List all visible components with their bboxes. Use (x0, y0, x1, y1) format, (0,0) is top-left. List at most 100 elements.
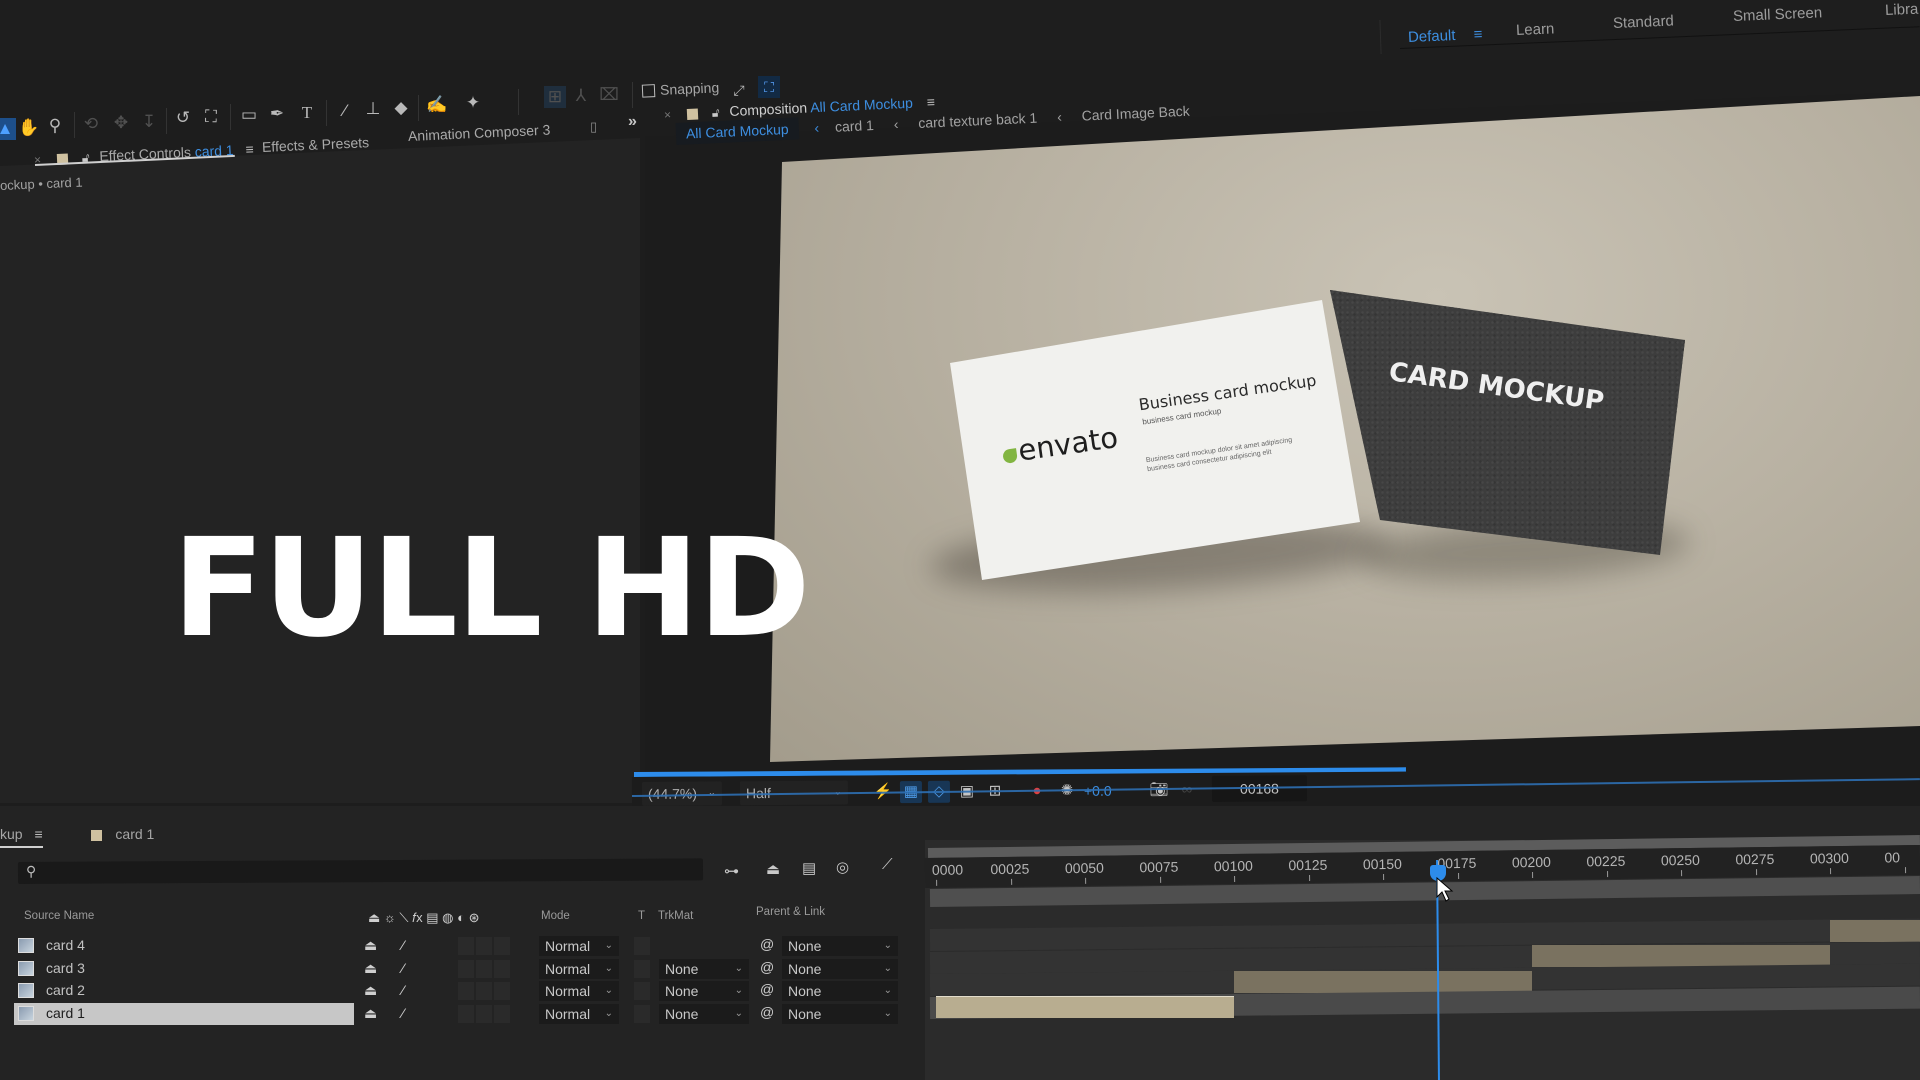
parent-dropdown[interactable]: None ⌄ (782, 936, 898, 956)
panel-menu-icon[interactable]: ≡ (926, 94, 935, 110)
blend-mode-dropdown[interactable]: Normal ⌄ (539, 936, 619, 956)
clone-stamp-tool-icon[interactable]: ⊥ (362, 98, 384, 120)
track-matte-dropdown[interactable]: None ⌄ (659, 958, 749, 979)
panel-menu-icon[interactable]: ≡ (245, 141, 254, 157)
panel-maximize-icon[interactable]: ▯ (590, 119, 597, 135)
switch-box[interactable] (476, 937, 492, 955)
workspace-default[interactable]: Default ≡ (1408, 26, 1483, 46)
column-mode[interactable]: Mode (541, 910, 570, 922)
snapping-checkbox[interactable] (641, 84, 656, 98)
switch-box[interactable] (476, 959, 492, 978)
layer-name[interactable]: card 2 (46, 982, 85, 998)
layer-duration-bar[interactable] (1234, 970, 1532, 993)
switch-box[interactable] (494, 937, 510, 955)
brush-tool-icon[interactable]: ⁄ (334, 100, 356, 122)
shy-switch-icon[interactable]: ⏏ (364, 1005, 377, 1022)
layer-name[interactable]: card 1 (46, 1005, 85, 1021)
tab-comp[interactable]: kup ≡ (0, 826, 43, 848)
selection-tool-icon[interactable]: ▲ (0, 118, 16, 140)
snap-mode-icon[interactable]: ⛶ (758, 76, 780, 98)
zoom-tool-icon[interactable]: ⚲ (44, 115, 66, 137)
pan-camera-icon[interactable]: ✥ (110, 112, 132, 134)
blend-mode-dropdown[interactable]: Normal ⌄ (539, 958, 619, 979)
workspace-menu-icon[interactable]: ≡ (1473, 26, 1482, 43)
pick-whip-icon[interactable]: @ (760, 959, 774, 975)
column-t[interactable]: T (638, 910, 645, 922)
puppet-pin-tool-icon[interactable]: ✦ (462, 92, 484, 114)
switch-box[interactable] (494, 1004, 510, 1023)
workspace-small-screen[interactable]: Small Screen (1733, 4, 1823, 25)
roto-brush-tool-icon[interactable]: ✍ (426, 94, 448, 116)
track-matte-dropdown[interactable]: None ⌄ (659, 1003, 749, 1024)
orbit-camera-icon[interactable]: ⟲ (80, 113, 102, 135)
rectangle-tool-icon[interactable]: ▭ (238, 104, 260, 126)
pick-whip-icon[interactable]: @ (760, 1004, 774, 1020)
tab-card-1[interactable]: card 1 (90, 826, 154, 842)
switch-box[interactable] (494, 959, 510, 978)
workspace-learn[interactable]: Learn (1516, 20, 1555, 39)
blend-mode-dropdown[interactable]: Normal ⌄ (539, 1003, 619, 1024)
switch-box[interactable] (494, 982, 510, 1000)
switch-box[interactable] (476, 1004, 492, 1023)
layer-row[interactable]: card 2 ⏏ ⁄ Normal ⌄ None ⌄ @ None ⌄ (14, 980, 904, 1002)
pick-whip-icon[interactable]: @ (760, 936, 774, 952)
switch-box[interactable] (458, 1004, 474, 1023)
parent-dropdown[interactable]: None ⌄ (782, 1003, 898, 1024)
more-tabs-icon[interactable]: » (628, 113, 637, 131)
preserve-transparency-box[interactable] (634, 1004, 650, 1023)
workspace-standard[interactable]: Standard (1613, 12, 1675, 32)
hand-tool-icon[interactable]: ✋ (18, 117, 40, 139)
frame-blending-icon[interactable]: ▤ (802, 859, 816, 877)
type-tool-icon[interactable]: T (296, 102, 318, 124)
dolly-camera-icon[interactable]: ↧ (138, 111, 160, 133)
close-icon[interactable]: × (664, 108, 672, 122)
snap-options-icon[interactable]: ⤢ (728, 79, 750, 101)
show-snapshot-icon[interactable]: ∞ (1176, 779, 1198, 801)
layer-duration-bar[interactable] (1532, 945, 1830, 968)
layer-name[interactable]: card 4 (46, 937, 85, 953)
shy-switch-icon[interactable]: ⏏ (364, 982, 377, 999)
layer-name[interactable]: card 3 (46, 960, 85, 976)
switch-box[interactable] (476, 982, 492, 1000)
pen-tool-icon[interactable]: ✒ (266, 103, 288, 125)
layer-duration-bar[interactable] (1830, 919, 1920, 942)
panel-menu-icon[interactable]: ≡ (34, 826, 42, 842)
graph-editor-icon[interactable]: ⟋ (882, 856, 893, 873)
lock-icon[interactable]: 🔓︎ (711, 105, 719, 120)
rotate-tool-icon[interactable]: ↺ (172, 107, 194, 129)
blend-mode-dropdown[interactable]: Normal ⌄ (539, 981, 619, 1001)
layer-duration-bar[interactable] (936, 996, 1234, 1019)
parent-dropdown[interactable]: None ⌄ (782, 981, 898, 1001)
preserve-transparency-box[interactable] (634, 959, 650, 978)
preserve-transparency-box[interactable] (634, 937, 650, 955)
shy-layers-icon[interactable]: ⏏ (766, 860, 780, 878)
layer-row[interactable]: card 4 ⏏ ⁄ Normal ⌄ @ None ⌄ (14, 935, 904, 957)
view-axis-icon[interactable]: ⌧ (598, 84, 620, 106)
world-axis-icon[interactable]: ⅄ (570, 85, 592, 107)
eraser-tool-icon[interactable]: ◆ (390, 97, 412, 119)
timeline-search-input[interactable]: ⚲ (17, 858, 704, 884)
pick-whip-icon[interactable]: @ (760, 981, 774, 997)
preserve-transparency-box[interactable] (634, 982, 650, 1000)
switch-box[interactable] (458, 937, 474, 955)
parent-dropdown[interactable]: None ⌄ (782, 958, 898, 979)
breadcrumb-card-1[interactable]: card 1 (835, 117, 875, 135)
anchor-point-tool-icon[interactable]: ⛶ (200, 106, 222, 128)
column-parent-link[interactable]: Parent & Link (756, 906, 825, 918)
local-axis-icon[interactable]: ⊞ (544, 86, 566, 108)
quality-switch-icon[interactable]: ⁄ (402, 960, 404, 976)
quality-switch-icon[interactable]: ⁄ (402, 1005, 404, 1021)
column-source-name[interactable]: Source Name (24, 910, 94, 922)
switch-box[interactable] (458, 959, 474, 978)
quality-switch-icon[interactable]: ⁄ (402, 937, 404, 953)
motion-blur-icon[interactable]: ◎ (836, 858, 849, 876)
snapshot-camera-icon[interactable]: 📷︎ (1148, 779, 1170, 801)
workspace-libraries[interactable]: Libra (1885, 1, 1919, 19)
layer-row[interactable]: card 1 ⏏ ⁄ Normal ⌄ None ⌄ @ None ⌄ (14, 1002, 904, 1025)
track-matte-dropdown[interactable]: None ⌄ (659, 981, 749, 1001)
shy-switch-icon[interactable]: ⏏ (364, 937, 377, 954)
layer-row[interactable]: card 3 ⏏ ⁄ Normal ⌄ None ⌄ @ None ⌄ (14, 958, 904, 980)
switch-box[interactable] (458, 982, 474, 1000)
column-trkmat[interactable]: TrkMat (658, 910, 693, 922)
composition-viewer[interactable] (770, 96, 1920, 762)
